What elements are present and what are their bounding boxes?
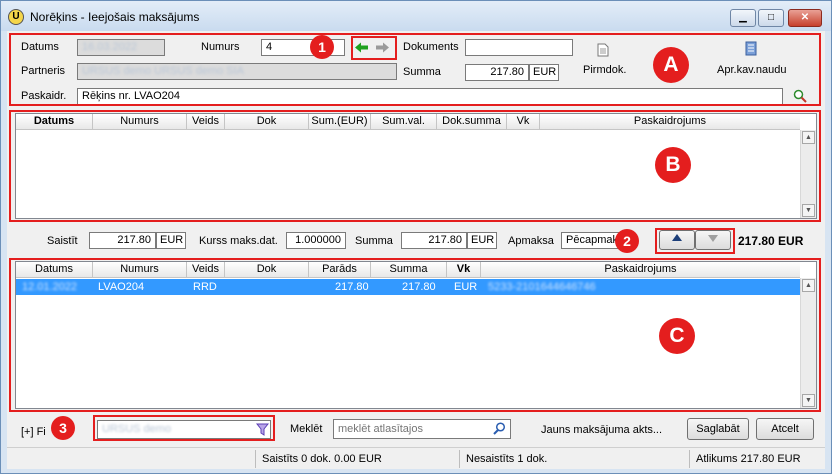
search-label: Meklēt — [290, 423, 323, 435]
app-icon: U — [8, 9, 24, 25]
mid-summa-currency: EUR — [467, 232, 497, 249]
callout-box-2 — [655, 228, 735, 254]
minimize-button[interactable]: ▁ — [730, 9, 756, 27]
callout-badge-2: 2 — [615, 229, 639, 253]
apmaksa-label: Apmaksa — [508, 235, 554, 247]
status-bar: Saistīts 0 dok. 0.00 EUR Nesaistīts 1 do… — [7, 447, 825, 469]
saistit-field[interactable]: 217.80 — [89, 232, 156, 249]
callout-box-3 — [93, 415, 275, 441]
filter-toggle[interactable]: [+] Fi — [21, 426, 46, 438]
callout-badge-b: B — [655, 147, 691, 183]
total-amount: 217.80 EUR — [738, 234, 804, 248]
maximize-button[interactable]: □ — [758, 9, 784, 27]
cancel-button[interactable]: Atcelt — [756, 418, 814, 440]
callout-box-b — [9, 110, 821, 222]
new-payment-act-link[interactable]: Jauns maksājuma akts... — [541, 424, 662, 436]
mid-summa-field[interactable]: 217.80 — [401, 232, 467, 249]
search-icon — [493, 422, 506, 435]
close-button[interactable]: ✕ — [788, 9, 822, 27]
search-button[interactable] — [493, 422, 506, 438]
status-saistits: Saistīts 0 dok. 0.00 EUR — [255, 450, 382, 468]
callout-box-c — [9, 258, 821, 412]
callout-box-a — [9, 33, 821, 106]
window-title: Norēķins - Ieejošais maksājums — [30, 10, 200, 24]
saistit-currency: EUR — [156, 232, 186, 249]
status-atlikums: Atlikums 217.80 EUR — [689, 450, 801, 468]
mid-summa-label: Summa — [355, 235, 393, 247]
search-input[interactable] — [333, 419, 511, 439]
callout-badge-c: C — [659, 318, 695, 354]
kurss-field[interactable]: 1.000000 — [286, 232, 346, 249]
saistit-label: Saistīt — [47, 235, 78, 247]
dialog-window: U Norēķins - Ieejošais maksājums ▁ □ ✕ D… — [0, 0, 832, 474]
callout-badge-a: A — [653, 47, 689, 83]
save-button[interactable]: Saglabāt — [687, 418, 749, 440]
title-bar[interactable]: U Norēķins - Ieejošais maksājums ▁ □ ✕ — [1, 1, 831, 31]
kurss-label: Kurss maks.dat. — [199, 235, 278, 247]
status-nesaistits: Nesaistīts 1 dok. — [459, 450, 547, 468]
callout-badge-3: 3 — [51, 416, 75, 440]
dialog-content: Datums 16.03.2022 Numurs 4 1 Dokuments P… — [7, 31, 825, 469]
